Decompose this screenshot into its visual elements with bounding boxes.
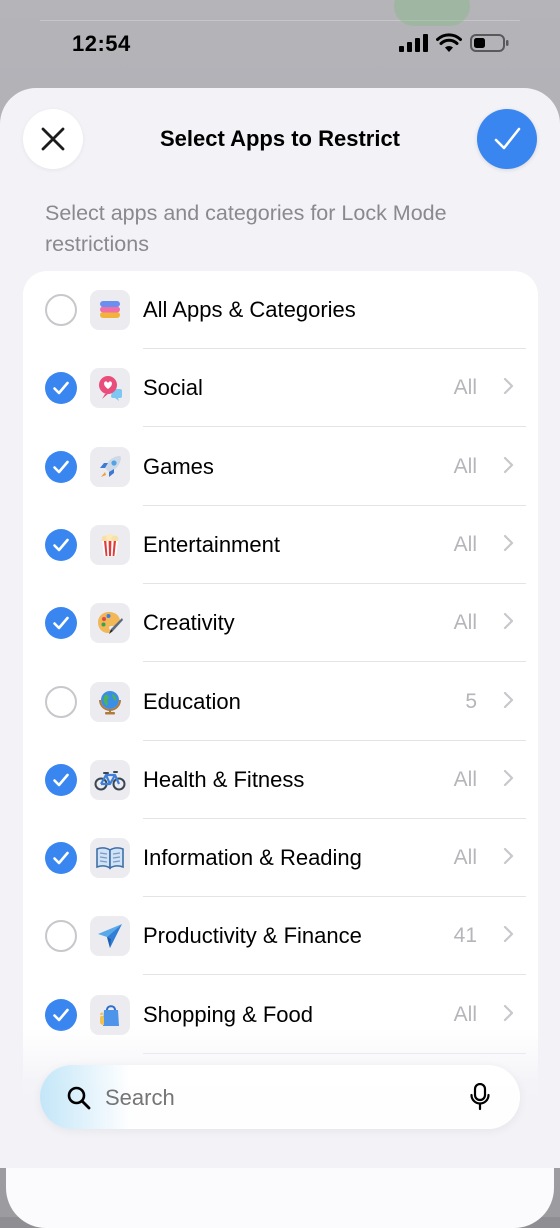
category-count: All bbox=[453, 1002, 477, 1026]
category-label: Games bbox=[143, 453, 214, 479]
checkmark-icon bbox=[53, 381, 69, 395]
checkbox-unchecked[interactable] bbox=[45, 294, 77, 326]
page-title: Select Apps to Restrict bbox=[159, 126, 401, 151]
category-count: 41 bbox=[453, 924, 477, 948]
checkbox-checked[interactable] bbox=[45, 763, 77, 796]
category-row[interactable]: Creativity All bbox=[23, 584, 538, 663]
chevron-right-icon bbox=[503, 377, 514, 400]
checkbox-checked[interactable] bbox=[45, 998, 77, 1031]
category-row[interactable]: Information & Reading All bbox=[23, 819, 538, 898]
category-count: All bbox=[453, 532, 477, 556]
checkbox-checked[interactable] bbox=[45, 842, 77, 875]
status-icons bbox=[398, 33, 510, 53]
checkbox-checked[interactable] bbox=[45, 450, 77, 483]
category-label: Productivity & Finance bbox=[143, 923, 362, 949]
chevron-right-icon bbox=[503, 612, 514, 635]
confirm-button[interactable] bbox=[477, 109, 537, 169]
category-row[interactable]: Productivity & Finance 41 bbox=[23, 897, 538, 976]
open-book-icon bbox=[90, 838, 130, 879]
category-label: Social bbox=[143, 375, 203, 401]
checkmark-icon bbox=[494, 127, 521, 150]
checkbox-unchecked[interactable] bbox=[45, 920, 77, 953]
category-count: All bbox=[453, 611, 477, 635]
checkmark-icon bbox=[53, 1008, 69, 1021]
chevron-right-icon bbox=[503, 847, 514, 870]
category-count: 5 bbox=[465, 689, 477, 713]
stack-layers-icon bbox=[90, 290, 130, 330]
checkmark-icon bbox=[53, 773, 69, 787]
category-label: Health & Fitness bbox=[143, 766, 305, 792]
category-row[interactable]: Social All bbox=[23, 349, 538, 428]
cellular-signal-icon bbox=[399, 34, 428, 52]
category-label: All Apps & Categories bbox=[143, 297, 356, 322]
category-row[interactable]: All Apps & Categories bbox=[23, 271, 538, 349]
checkmark-icon bbox=[53, 616, 69, 630]
checkbox-checked[interactable] bbox=[45, 372, 77, 405]
palette-icon bbox=[90, 603, 130, 644]
status-bar: 12:54 bbox=[0, 0, 560, 88]
checkmark-icon bbox=[53, 460, 69, 473]
checkbox-unchecked[interactable] bbox=[45, 685, 77, 718]
category-count: All bbox=[453, 454, 477, 478]
rocket-icon bbox=[90, 446, 130, 487]
chevron-right-icon bbox=[503, 769, 514, 792]
category-row[interactable]: Games All bbox=[23, 428, 538, 506]
category-count: All bbox=[453, 767, 477, 791]
checkmark-icon bbox=[53, 538, 69, 552]
wifi-icon bbox=[436, 33, 462, 52]
microphone-icon[interactable] bbox=[470, 1083, 490, 1111]
chevron-right-icon bbox=[503, 456, 514, 479]
battery-icon bbox=[470, 34, 509, 52]
status-time: 12:54 bbox=[72, 31, 131, 56]
globe-icon bbox=[90, 681, 130, 722]
search-icon bbox=[67, 1086, 91, 1110]
popcorn-icon bbox=[90, 524, 130, 565]
category-label: Education bbox=[143, 688, 241, 714]
search-bar[interactable] bbox=[40, 1065, 520, 1129]
chevron-right-icon bbox=[503, 691, 514, 714]
speech-bubble-heart-icon bbox=[90, 368, 130, 409]
category-row[interactable]: Education 5 bbox=[23, 663, 538, 741]
category-label: Shopping & Food bbox=[143, 1001, 314, 1027]
chevron-right-icon bbox=[503, 534, 514, 557]
checkmark-icon bbox=[53, 851, 69, 865]
search-input[interactable] bbox=[105, 1085, 435, 1111]
select-apps-sheet: Select Apps to Restrict Select apps and … bbox=[0, 88, 560, 1168]
category-row[interactable]: Entertainment All bbox=[23, 506, 538, 584]
category-label: Information & Reading bbox=[143, 845, 362, 871]
page-subtitle: Select apps and categories for Lock Mode… bbox=[45, 201, 447, 256]
category-count: All bbox=[453, 376, 477, 400]
category-count: All bbox=[453, 846, 477, 870]
category-label: Entertainment bbox=[143, 531, 280, 557]
chevron-right-icon bbox=[503, 1004, 514, 1027]
checkbox-checked[interactable] bbox=[45, 607, 77, 640]
checkbox-checked[interactable] bbox=[45, 528, 77, 561]
category-row[interactable]: Health & Fitness All bbox=[23, 741, 538, 819]
category-label: Creativity bbox=[143, 610, 235, 636]
sheet-bottom-edge bbox=[6, 1168, 554, 1228]
bicycle-icon bbox=[90, 759, 130, 800]
chevron-right-icon bbox=[503, 925, 514, 948]
paper-plane-icon bbox=[90, 916, 130, 957]
